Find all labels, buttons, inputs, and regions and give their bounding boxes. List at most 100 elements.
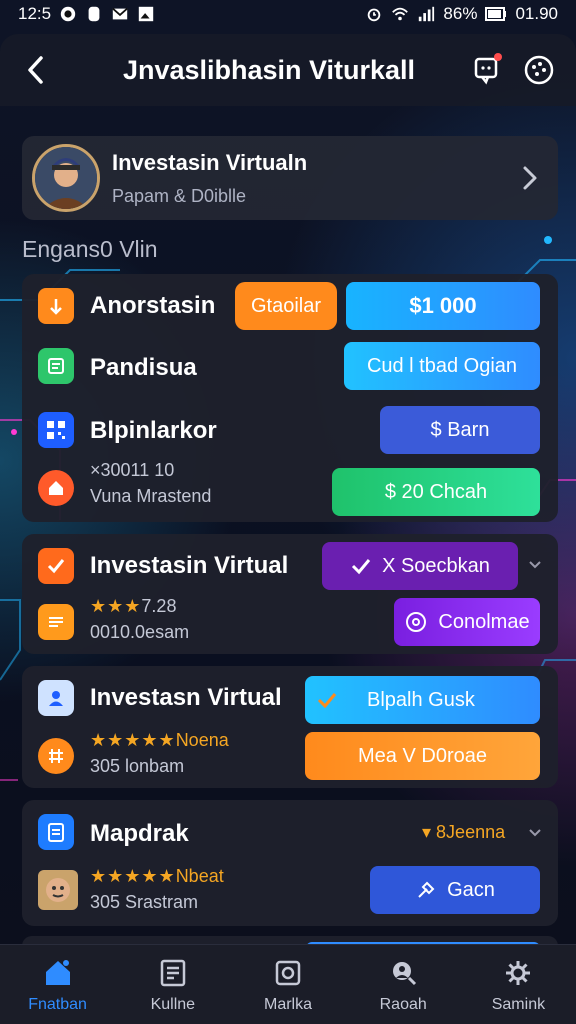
list-icon bbox=[48, 358, 64, 374]
profile-chevron[interactable] bbox=[516, 164, 544, 192]
mail-icon bbox=[112, 7, 128, 20]
row-meta: ×30011 10 bbox=[90, 460, 175, 480]
chevron-left-icon bbox=[28, 56, 43, 84]
nav-item-documents[interactable]: Kullne bbox=[115, 945, 230, 1024]
investment-card-4: Mapdrak ▾ 8Jeenna ★★★★★Nbeat 305 Srastra… bbox=[22, 800, 558, 926]
grid-icon bbox=[38, 412, 74, 448]
check-icon bbox=[317, 693, 337, 709]
at-icon bbox=[406, 612, 427, 632]
rating: ★★★★★Noena bbox=[90, 730, 229, 751]
quick-button-label: Blpalh Gusk bbox=[367, 688, 475, 711]
star-rating-icon: ★★★★★ bbox=[90, 866, 176, 886]
clipboard-shape-icon bbox=[48, 823, 64, 842]
earn-button[interactable]: $ Barn bbox=[380, 406, 540, 454]
row-label: Anorstasin bbox=[90, 292, 216, 319]
thumbnail-icon bbox=[38, 870, 78, 910]
status-badge-button[interactable]: Gtaoilar bbox=[235, 282, 337, 330]
status-bar: 12:5 86% 01.90 bbox=[0, 0, 576, 28]
row-label: Mapdrak bbox=[90, 820, 189, 847]
nav-label: Raoah bbox=[379, 995, 427, 1013]
row-label: Pandisua bbox=[90, 354, 197, 381]
star-rating-icon: ★★★ bbox=[90, 596, 142, 616]
section-label: Engans0 Vlin bbox=[22, 236, 158, 262]
home-shape-icon bbox=[49, 481, 63, 495]
cash-button[interactable]: $ 20 Chcah bbox=[332, 468, 540, 516]
nav-item-settings[interactable]: Samink bbox=[461, 945, 576, 1024]
select-button[interactable]: X Soecbkan bbox=[322, 542, 518, 590]
page-title: Jnvaslibhasin Viturkall bbox=[122, 54, 416, 85]
nav-label: Kullne bbox=[150, 995, 196, 1013]
lines-icon bbox=[49, 617, 63, 627]
go-button-label: Gacn bbox=[447, 878, 495, 901]
row-label: Investasin Virtual bbox=[90, 552, 289, 579]
qr-icon bbox=[47, 421, 65, 439]
avatar bbox=[32, 144, 100, 212]
nav-label: Marlka bbox=[264, 995, 313, 1013]
tool-icon bbox=[418, 881, 435, 898]
go-button[interactable]: Gacn bbox=[370, 866, 540, 914]
row-meta-sub: 305 lonbam bbox=[90, 756, 185, 776]
gear-icon bbox=[506, 960, 531, 985]
battery-icon bbox=[485, 7, 507, 21]
continue-button-label: Conolmae bbox=[438, 610, 530, 633]
profile-subtitle: Papam & D0iblle bbox=[112, 185, 247, 206]
notifications-button[interactable] bbox=[468, 51, 506, 89]
investment-card-2: Investasin Virtual X Soecbkan ★★★7.28 00… bbox=[22, 534, 558, 654]
hash-icon bbox=[49, 749, 63, 763]
investment-card-3: Investasn Virtual Blpalh Gusk ★★★★★Noena… bbox=[22, 666, 558, 788]
back-button[interactable] bbox=[18, 52, 54, 88]
star-rating-icon: ★★★★★ bbox=[90, 730, 176, 750]
document-icon bbox=[38, 348, 74, 384]
alarm-icon bbox=[368, 8, 381, 22]
search-icon bbox=[393, 961, 417, 985]
rating-text: Nbeat bbox=[175, 866, 224, 886]
nav-item-home[interactable]: Fnatban bbox=[0, 945, 115, 1024]
chevron-down-icon[interactable] bbox=[528, 826, 544, 842]
row-meta-sub: Vuna Mrastend bbox=[90, 486, 212, 506]
image-icon bbox=[138, 6, 154, 22]
signal-icon bbox=[419, 6, 435, 22]
action-button[interactable]: Cud l tbad Ogian bbox=[344, 342, 540, 390]
clipboard-icon bbox=[38, 814, 74, 850]
palette-icon bbox=[524, 55, 554, 85]
investment-card-1: Anorstasin Gtaoilar $1 000 Pandisua Cud … bbox=[22, 274, 558, 522]
profile-name: Investasin Virtualn bbox=[112, 149, 308, 175]
checkmark-icon bbox=[47, 559, 65, 574]
app-header: Jnvaslibhasin Viturkall bbox=[0, 34, 576, 106]
battery-percent: 86% bbox=[443, 4, 478, 23]
document-icon bbox=[160, 959, 186, 986]
checkmark-icon bbox=[352, 559, 371, 575]
nav-item-search[interactable]: Raoah bbox=[346, 945, 461, 1024]
home-icon bbox=[45, 959, 70, 985]
menu-icon bbox=[38, 604, 74, 640]
wifi-icon bbox=[392, 7, 409, 21]
person-icon bbox=[49, 691, 63, 706]
row-meta-sub: 0010.0esam bbox=[90, 622, 190, 642]
nav-label: Samink bbox=[491, 995, 546, 1013]
row-label: Investasn Virtual bbox=[90, 684, 282, 711]
house-icon bbox=[38, 470, 74, 506]
user-icon bbox=[38, 680, 74, 716]
rating: ★★★7.28 bbox=[90, 596, 176, 617]
continue-button[interactable]: Conolmae bbox=[394, 598, 540, 646]
row-label: Blpinlarkor bbox=[90, 417, 217, 444]
chevron-down-icon[interactable] bbox=[528, 558, 544, 574]
status-time: 12:5 bbox=[18, 4, 52, 23]
nav-item-market[interactable]: Marlka bbox=[230, 945, 345, 1024]
orange-action-button[interactable]: Mea V D0roae bbox=[305, 732, 540, 780]
quick-button[interactable]: Blpalh Gusk bbox=[305, 676, 540, 724]
profile-card[interactable]: Investasin Virtualn Papam & D0iblle bbox=[22, 136, 558, 220]
notification-dot bbox=[494, 53, 502, 61]
status-right-time: 01.90 bbox=[515, 4, 558, 23]
amount-button[interactable]: $1 000 bbox=[346, 282, 540, 330]
settings-button[interactable] bbox=[520, 51, 558, 89]
bottom-nav: Fnatban Kullne Marlka Raoah Samink bbox=[0, 944, 576, 1024]
notification-icon bbox=[60, 6, 76, 22]
investment-icon bbox=[38, 288, 74, 324]
select-button-label: X Soecbkan bbox=[382, 554, 490, 577]
app-icon bbox=[88, 6, 100, 22]
face-icon bbox=[46, 878, 70, 902]
check-box-icon bbox=[38, 548, 74, 584]
wallet-icon bbox=[38, 738, 74, 774]
rating: ★★★★★Nbeat bbox=[90, 866, 224, 887]
